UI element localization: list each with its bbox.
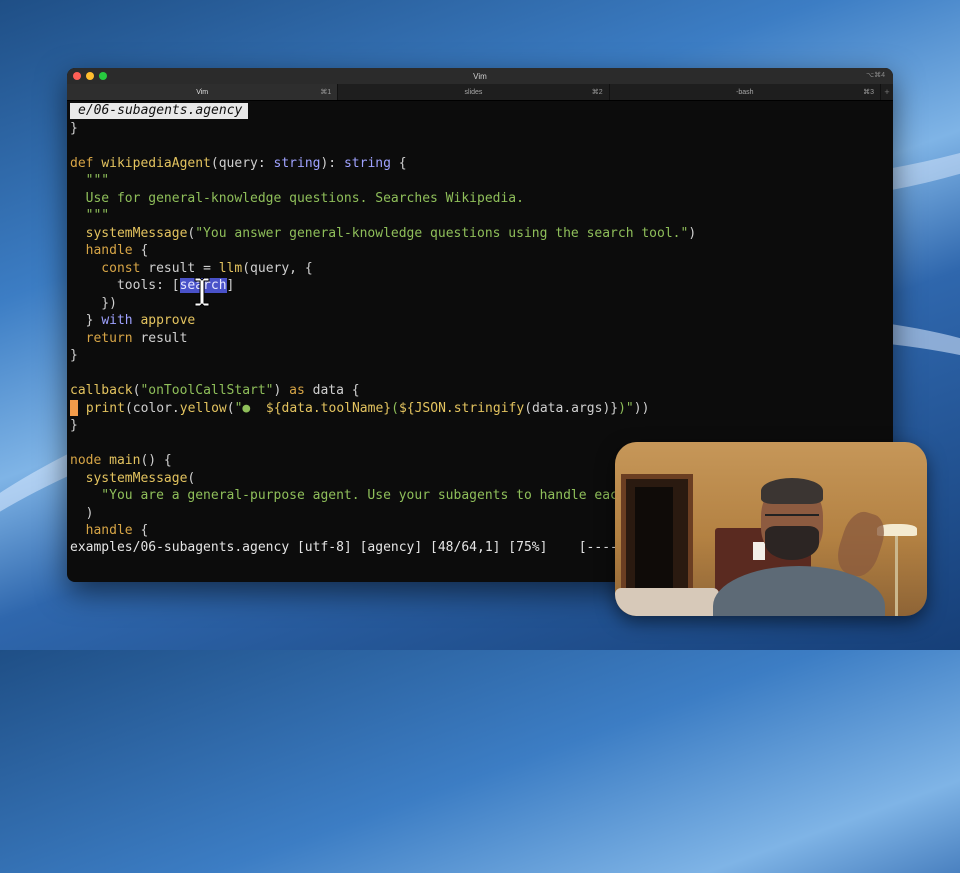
code-line: systemMessage( xyxy=(70,471,196,486)
tab-bash[interactable]: -bash ⌘3 xyxy=(610,84,881,100)
zoom-window-button[interactable] xyxy=(99,72,107,80)
code-line: def wikipediaAgent(query: string): strin… xyxy=(70,156,407,171)
tab-slides[interactable]: slides ⌘2 xyxy=(338,84,610,100)
code-line: callback("onToolCallStart") as data { xyxy=(70,383,360,398)
code-line: } with approve xyxy=(70,313,196,328)
window-titlebar[interactable]: Vim ⌥⌘4 xyxy=(67,68,893,84)
webcam-overlay xyxy=(615,442,927,616)
vim-status-line: examples/06-subagents.agency [utf-8] [ag… xyxy=(70,540,618,555)
code-line: node main() { xyxy=(70,453,172,468)
tab-shortcut: ⌘1 xyxy=(320,89,332,96)
text-cursor-icon xyxy=(194,277,210,307)
minimize-window-button[interactable] xyxy=(86,72,94,80)
traffic-lights xyxy=(73,72,107,80)
code-line: ) xyxy=(70,506,94,521)
code-line: """ xyxy=(70,208,110,223)
code-line: const result = llm(query, { xyxy=(70,261,313,276)
tab-shortcut: ⌘3 xyxy=(863,89,874,96)
couch xyxy=(615,588,719,616)
new-tab-button[interactable]: + xyxy=(881,84,893,100)
code-line: systemMessage("You answer general-knowle… xyxy=(70,226,697,241)
tab-label: Vim xyxy=(196,88,209,96)
presenter-glasses xyxy=(765,514,819,524)
code-line: }) xyxy=(70,296,117,311)
file-path-banner: e/06-subagents.agency xyxy=(70,103,249,119)
tab-bar: Vim ⌘1 slides ⌘2 -bash ⌘3 + xyxy=(67,84,893,101)
code-line: return result xyxy=(70,331,188,346)
door-opening xyxy=(635,487,673,597)
presenter-hair xyxy=(761,478,823,504)
tab-label: -bash xyxy=(736,88,754,96)
presenter-beard xyxy=(765,526,819,560)
code-line: handle { xyxy=(70,523,149,538)
vim-cursor xyxy=(70,400,78,416)
code-line: } xyxy=(70,418,78,433)
code-line: "You are a general-purpose agent. Use yo… xyxy=(70,488,626,503)
code-line: """ xyxy=(70,173,110,188)
window-title: Vim xyxy=(473,71,487,81)
presenter-hand xyxy=(832,507,890,581)
tab-label: slides xyxy=(464,88,483,96)
code-line: print(color.yellow("● ${data.toolName}($… xyxy=(70,400,649,417)
lamp-pole xyxy=(895,536,898,616)
code-line: } xyxy=(70,121,78,136)
code-line: Use for general-knowledge questions. Sea… xyxy=(70,191,524,206)
tab-vim[interactable]: Vim ⌘1 xyxy=(67,84,339,100)
window-shortcut: ⌥⌘4 xyxy=(866,72,885,79)
code-line: } xyxy=(70,348,78,363)
close-window-button[interactable] xyxy=(73,72,81,80)
code-line: handle { xyxy=(70,243,149,258)
tab-shortcut: ⌘2 xyxy=(591,89,603,96)
